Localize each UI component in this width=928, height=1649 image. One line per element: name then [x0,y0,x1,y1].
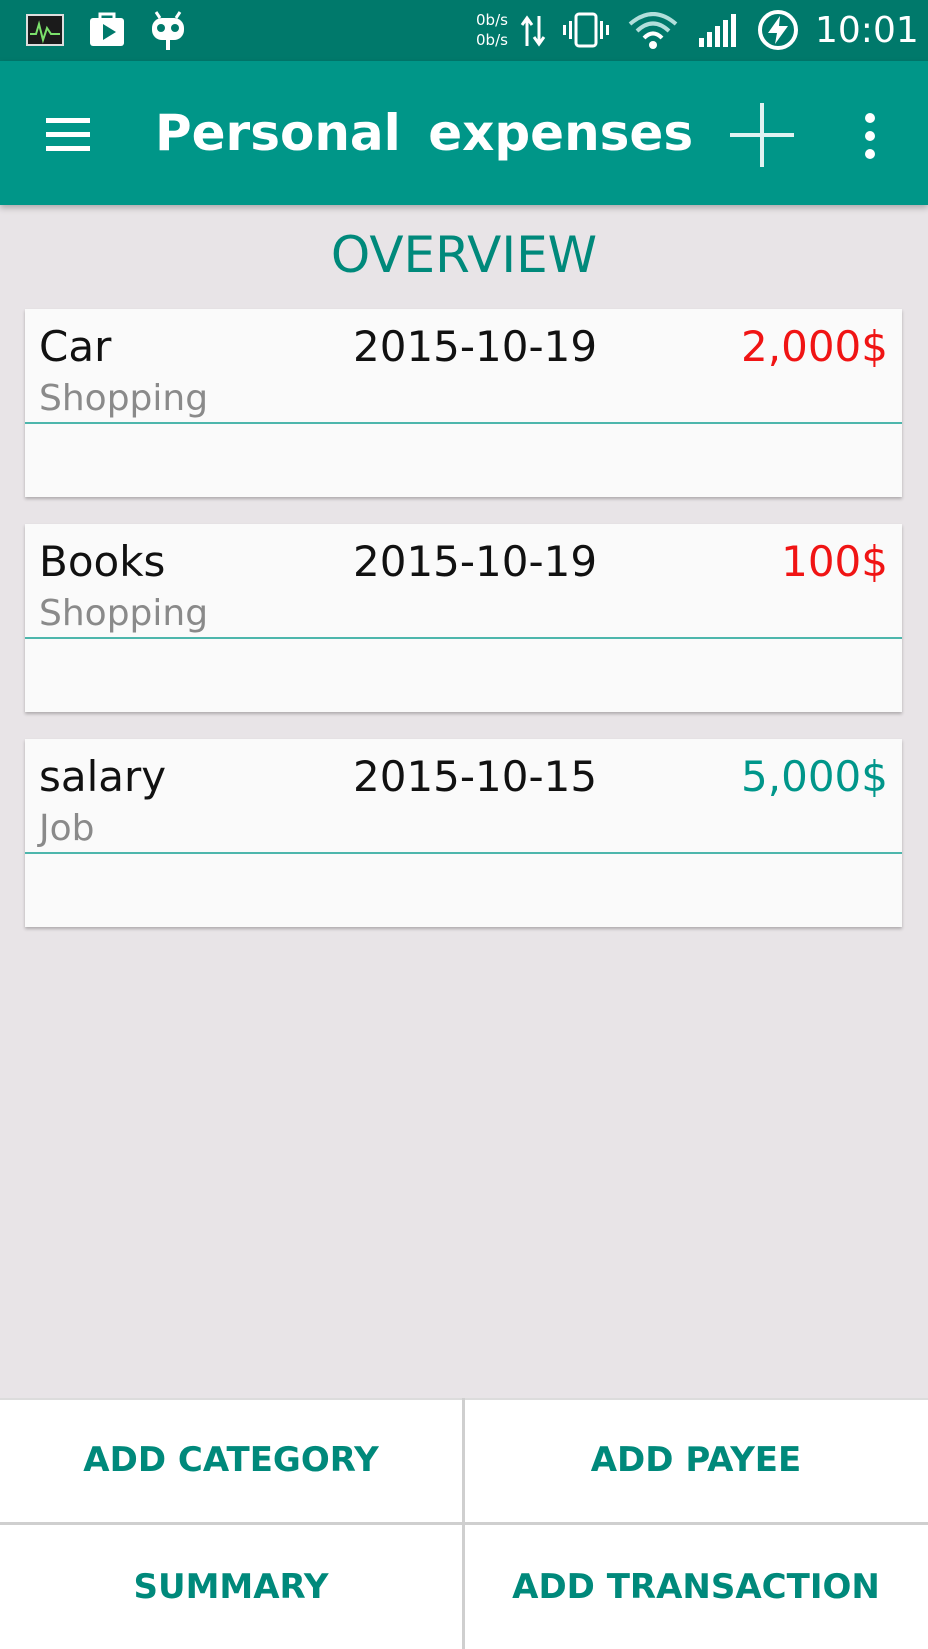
card-divider [25,637,902,639]
clock: 10:01 [815,10,919,51]
overflow-menu-button[interactable] [850,106,890,166]
upload-speed: 0b/s [476,11,508,29]
activity-monitor-icon [26,14,64,51]
navigation-drawer-button[interactable] [40,106,104,162]
transaction-amount: 100$ [781,537,888,586]
page-title: Personal expenses [155,104,694,162]
transaction-date: 2015-10-15 [353,752,598,801]
transaction-card[interactable]: salary 2015-10-15 5,000$ Job [25,739,902,927]
play-store-icon [88,10,126,53]
transaction-card[interactable]: Car 2015-10-19 2,000$ Shopping [25,309,902,497]
transaction-category: Shopping [39,378,209,419]
transaction-amount: 2,000$ [741,322,888,371]
divider [0,1522,928,1525]
plus-icon [730,103,794,167]
status-bar: 0b/s 0b/s 10:01 [0,0,928,61]
card-divider [25,852,902,854]
data-transfer-icon [520,14,546,53]
vibrate-icon [562,12,610,53]
card-divider [25,422,902,424]
transaction-date: 2015-10-19 [353,537,598,586]
network-speed: 0b/s 0b/s [476,10,508,50]
transaction-amount: 5,000$ [741,752,888,801]
wifi-icon [628,12,678,55]
transaction-category: Shopping [39,593,209,634]
add-payee-button[interactable]: ADD PAYEE [465,1398,927,1522]
transaction-name: salary [39,752,167,801]
summary-button[interactable]: SUMMARY [0,1525,462,1649]
bottom-actions: ADD CATEGORY ADD PAYEE SUMMARY ADD TRANS… [0,1398,928,1649]
transaction-name: Car [39,322,112,371]
hamburger-menu-icon [46,118,90,151]
battery-charging-icon [756,8,800,57]
more-vert-icon [865,113,875,159]
add-category-button[interactable]: ADD CATEGORY [0,1398,462,1522]
overview-heading: OVERVIEW [330,226,598,284]
transaction-date: 2015-10-19 [353,322,598,371]
add-button[interactable] [726,99,798,171]
transaction-card[interactable]: Books 2015-10-19 100$ Shopping [25,524,902,712]
add-transaction-button[interactable]: ADD TRANSACTION [465,1525,927,1649]
transaction-category: Job [39,808,95,849]
app-bar: Personal expenses [0,61,928,205]
transaction-name: Books [39,537,166,586]
cyanogen-mascot-icon [150,10,186,57]
download-speed: 0b/s [476,31,508,49]
signal-icon [698,12,738,53]
